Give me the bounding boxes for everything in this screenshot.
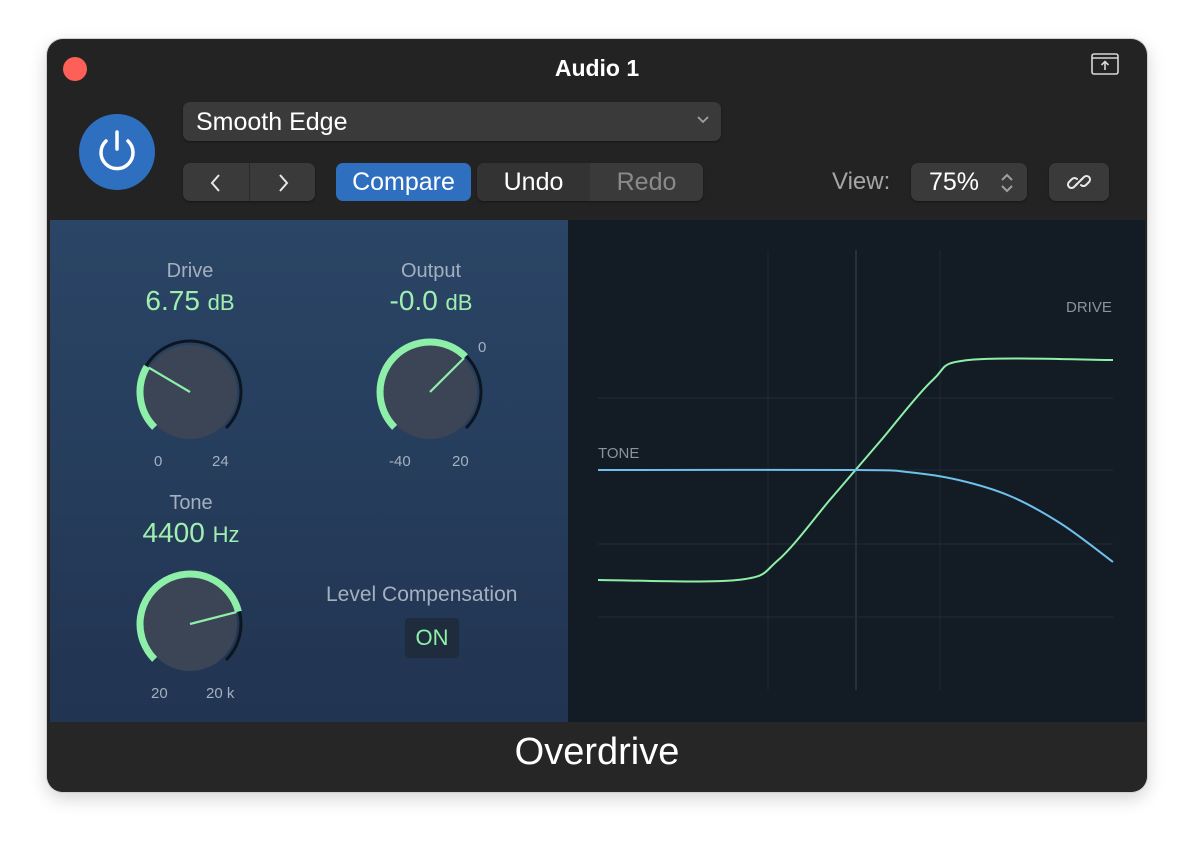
preset-navigation <box>183 163 315 201</box>
window-title: Audio 1 <box>554 55 640 81</box>
tone-knob[interactable] <box>130 564 250 684</box>
popout-button[interactable] <box>1091 53 1119 75</box>
redo-button[interactable]: Redo <box>590 163 703 201</box>
tone-curve-label: TONE <box>598 445 640 462</box>
tone-value-number: 4400 <box>142 517 205 548</box>
view-zoom-stepper[interactable]: 75% <box>911 163 1027 201</box>
drive-max-label: 24 <box>212 453 229 470</box>
tone-control: Tone 4400 Hz <box>91 492 291 549</box>
output-value-number: -0.0 <box>389 285 438 316</box>
next-preset-button[interactable] <box>250 163 316 201</box>
power-icon <box>99 130 135 171</box>
output-zero-label: 0 <box>478 339 487 356</box>
link-button[interactable] <box>1049 163 1109 201</box>
drive-control: Drive 6.75 dB <box>90 260 290 317</box>
drive-min-label: 0 <box>154 453 163 470</box>
view-label: View: <box>832 168 891 195</box>
drive-curve-label: DRIVE <box>1066 299 1112 316</box>
tone-value[interactable]: 4400 Hz <box>91 517 291 549</box>
drive-label: Drive <box>166 260 214 282</box>
preset-name: Smooth Edge <box>196 108 348 136</box>
output-knob[interactable] <box>370 332 490 452</box>
tone-label: Tone <box>169 492 213 514</box>
power-button[interactable] <box>79 114 155 190</box>
plugin-footer: Overdrive <box>47 722 1147 792</box>
drive-value[interactable]: 6.75 dB <box>90 285 290 317</box>
output-unit: dB <box>445 290 473 315</box>
output-label: Output <box>400 260 462 282</box>
output-max-label: 20 <box>452 453 469 470</box>
chevron-left-icon <box>210 174 220 192</box>
tone-min-label: 20 <box>151 685 168 702</box>
drive-value-number: 6.75 <box>145 285 200 316</box>
controls-panel: Drive 6.75 dB 0 24 Output -0.0 dB 0 -40 … <box>50 220 568 722</box>
up-down-chevron-icon <box>1001 173 1013 193</box>
previous-preset-button[interactable] <box>183 163 249 201</box>
plugin-window: Audio 1 Smooth Edge Compare Undo Redo Vi… <box>47 39 1147 792</box>
link-icon <box>1066 174 1092 190</box>
drive-unit: dB <box>207 290 235 315</box>
undo-button[interactable]: Undo <box>477 163 590 201</box>
transfer-graph: TONE DRIVE <box>568 220 1145 722</box>
level-compensation-label: Level Compensation <box>326 583 518 606</box>
chevron-right-icon <box>279 174 289 192</box>
output-value[interactable]: -0.0 dB <box>331 285 531 317</box>
level-compensation-toggle[interactable]: ON <box>405 618 459 658</box>
undo-redo-group: Undo Redo <box>477 163 703 201</box>
drive-knob[interactable] <box>130 332 250 452</box>
tone-max-label: 20 k <box>206 685 235 702</box>
compare-button[interactable]: Compare <box>336 163 471 201</box>
view-zoom-value: 75% <box>929 168 980 196</box>
output-control: Output -0.0 dB <box>331 260 531 317</box>
chevron-down-icon <box>697 116 709 124</box>
popout-icon <box>1091 53 1119 75</box>
preset-dropdown[interactable]: Smooth Edge <box>183 102 721 141</box>
tone-unit: Hz <box>212 522 240 547</box>
plugin-name: Overdrive <box>514 731 680 773</box>
graph-canvas <box>597 250 1114 690</box>
output-min-label: -40 <box>389 453 411 470</box>
